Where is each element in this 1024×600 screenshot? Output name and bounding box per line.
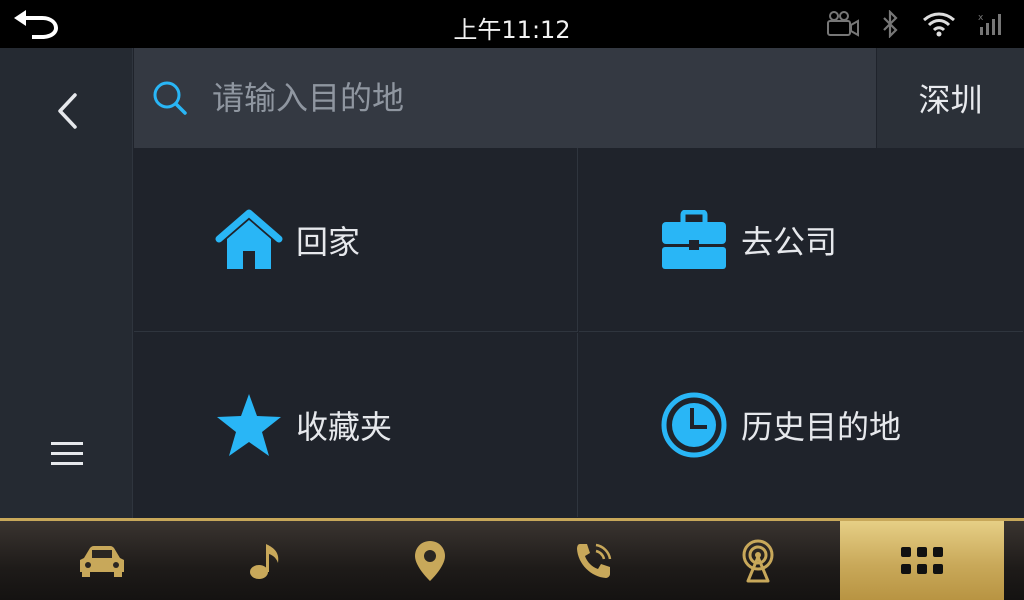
dock-navigation-button[interactable] <box>348 521 512 600</box>
phone-icon <box>577 543 612 578</box>
history-destinations-label: 历史目的地 <box>741 408 902 446</box>
radio-tower-icon <box>742 539 774 582</box>
music-note-icon <box>250 543 279 579</box>
go-to-company-button[interactable]: 去公司 <box>579 148 1023 332</box>
map-pin-icon <box>415 540 445 581</box>
bluetooth-icon <box>880 10 902 38</box>
dock-apps-button[interactable] <box>840 521 1004 600</box>
bottom-dock <box>0 518 1024 600</box>
dock-music-button[interactable] <box>184 521 348 600</box>
camera-icon <box>826 11 860 37</box>
clock-icon <box>659 390 729 460</box>
menu-button[interactable] <box>44 432 90 476</box>
favorites-button[interactable]: 收藏夹 <box>134 333 578 517</box>
destination-search-input[interactable] <box>212 76 832 120</box>
wifi-icon <box>922 11 956 37</box>
search-icon <box>153 81 187 115</box>
city-selector-button[interactable]: 深圳 <box>877 48 1024 148</box>
dock-phone-button[interactable] <box>512 521 676 600</box>
favorites-label: 收藏夹 <box>296 408 393 446</box>
signal-icon: x <box>976 11 1006 37</box>
briefcase-icon <box>659 205 729 275</box>
chevron-left-icon <box>58 93 77 129</box>
apps-grid-icon <box>901 546 943 574</box>
go-home-label: 回家 <box>296 222 361 261</box>
star-icon <box>214 390 284 460</box>
back-button[interactable] <box>44 86 90 136</box>
car-icon <box>80 545 124 577</box>
status-bar: 上午11:12 x <box>0 0 1024 48</box>
quick-destination-grid: 回家 去公司 收藏夹 历史目的地 <box>134 148 1024 518</box>
history-destinations-button[interactable]: 历史目的地 <box>579 333 1023 517</box>
dock-car-button[interactable] <box>20 521 184 600</box>
left-rail <box>0 48 133 518</box>
go-home-button[interactable]: 回家 <box>134 148 578 332</box>
svg-text:x: x <box>978 13 984 23</box>
home-icon <box>214 205 284 275</box>
search-bar <box>134 48 876 148</box>
go-to-company-label: 去公司 <box>741 222 838 261</box>
dock-radio-button[interactable] <box>676 521 840 600</box>
hamburger-menu-icon <box>51 442 83 465</box>
